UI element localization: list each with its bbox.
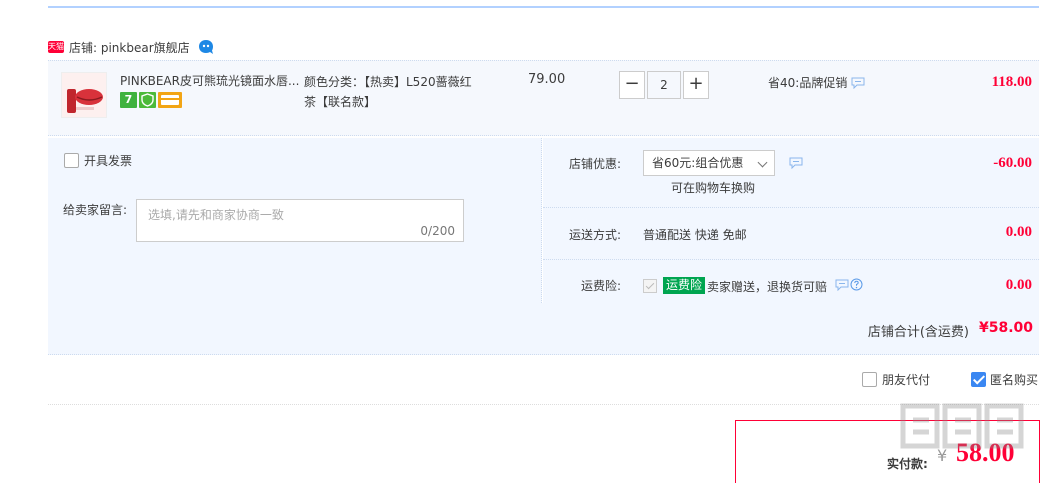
order-extras-panel: 开具发票 给卖家留言: 选填,请先和商家协商一致 0/200: [48, 138, 542, 303]
anonymous-purchase-checkbox[interactable]: [971, 372, 986, 387]
promotion-label: 省40:品牌促销: [768, 76, 848, 90]
cart-exchange-hint: 可在购物车换购: [671, 181, 756, 195]
seller-note-textarea[interactable]: 选填,请先和商家协商一致 0/200: [136, 199, 464, 242]
product-thumbnail[interactable]: [61, 72, 107, 118]
shipping-method: 普通配送 快递 免邮: [643, 228, 747, 242]
divider: [48, 404, 1039, 405]
freight-insurance-row: 运费险: 运费险 卖家赠送，退换货可赔 0.00: [543, 260, 1039, 303]
shop-discount-selected: 省60元:组合优惠: [652, 156, 744, 170]
seller-note-placeholder: 选填,请先和商家协商一致: [148, 208, 284, 222]
shop-total-amount: ¥58.00: [978, 320, 1033, 336]
wangwang-chat-icon[interactable]: [198, 39, 214, 55]
freight-insurance-label: 运费险:: [580, 279, 621, 293]
quantity-increase-button[interactable]: +: [683, 71, 709, 99]
credit-card-icon[interactable]: [158, 92, 182, 108]
sku-line-1: 颜色分类：【热卖】L520蔷薇红: [304, 75, 472, 89]
quantity-stepper: − 2 +: [619, 71, 709, 99]
shop-total-label: 店铺合计(含运费): [867, 325, 969, 340]
seller-note-label: 给卖家留言:: [63, 203, 128, 217]
freight-insurance-help: [835, 278, 863, 291]
order-item-row: PINKBEAR皮可熊琉光镜面水唇... 7 颜色分类：【热卖】L520蔷薇红 …: [48, 60, 1039, 136]
question-icon[interactable]: [850, 278, 863, 291]
shop-discount-row: 店铺优惠: 省60元:组合优惠 可在购物车换购 -60.00: [543, 138, 1039, 208]
shipping-label: 运送方式:: [568, 228, 621, 242]
shop-discount-amount: -60.00: [993, 155, 1032, 171]
shop-total-row: 店铺合计(含运费) ¥58.00: [48, 303, 1039, 355]
tmall-icon: 天猫: [48, 41, 64, 53]
invoice-label: 开具发票: [84, 154, 133, 168]
chevron-down-icon: [757, 157, 768, 168]
chat-icon[interactable]: [835, 279, 849, 291]
shipping-amount: 0.00: [1005, 224, 1032, 240]
payment-amount: 58.00: [956, 438, 1015, 467]
sku-line-2: 茶【联名款】: [304, 95, 377, 109]
shop-name-link[interactable]: 店铺: pinkbear旗舰店: [69, 39, 190, 56]
payment-summary: 实付款: ¥ 58.00: [735, 420, 1040, 483]
seven-day-return-icon[interactable]: 7: [120, 92, 137, 108]
product-title-link[interactable]: PINKBEAR皮可熊琉光镜面水唇...: [120, 72, 302, 89]
freight-insurance-checkbox: [643, 279, 657, 293]
invoice-checkbox[interactable]: [64, 153, 79, 168]
payment-label: 实付款:: [887, 457, 928, 471]
seller-note-counter: 0/200: [420, 224, 455, 238]
anonymous-purchase-label: 匿名购买: [990, 373, 1039, 387]
friend-pay-option[interactable]: 朋友代付: [862, 371, 930, 388]
freight-insurance-text: 卖家赠送，退换货可赔: [707, 280, 828, 294]
order-costs-panel: 店铺优惠: 省60元:组合优惠 可在购物车换购 -60.00 运送方式: 普通配…: [543, 138, 1039, 303]
unit-price: 79.00: [528, 72, 566, 87]
friend-pay-checkbox[interactable]: [862, 372, 877, 387]
quantity-decrease-button[interactable]: −: [619, 71, 645, 99]
friend-pay-label: 朋友代付: [882, 373, 931, 387]
service-badges: 7: [120, 92, 182, 108]
shop-discount-label: 店铺优惠:: [568, 157, 621, 171]
guarantee-shield-icon[interactable]: [139, 92, 156, 108]
freight-insurance-tag: 运费险: [663, 277, 706, 294]
shop-discount-select[interactable]: 省60元:组合优惠: [643, 150, 775, 176]
shop-header: 天猫 店铺: pinkbear旗舰店: [48, 37, 214, 57]
quantity-input[interactable]: 2: [647, 71, 681, 99]
item-subtotal: 118.00: [991, 74, 1032, 90]
invoice-option[interactable]: 开具发票: [64, 152, 132, 169]
discount-detail-icon[interactable]: [789, 157, 803, 169]
table-header-strip: [48, 0, 1039, 8]
sku-info: 颜色分类：【热卖】L520蔷薇红 茶【联名款】: [304, 72, 494, 112]
promotion-info: 省40:品牌促销: [768, 74, 865, 91]
payment-currency: ¥: [937, 446, 948, 465]
anonymous-purchase-option[interactable]: 匿名购买: [971, 371, 1038, 388]
shipping-row: 运送方式: 普通配送 快递 免邮 0.00: [543, 208, 1039, 260]
promotion-detail-icon[interactable]: [851, 77, 865, 89]
freight-insurance-amount: 0.00: [1005, 277, 1032, 293]
